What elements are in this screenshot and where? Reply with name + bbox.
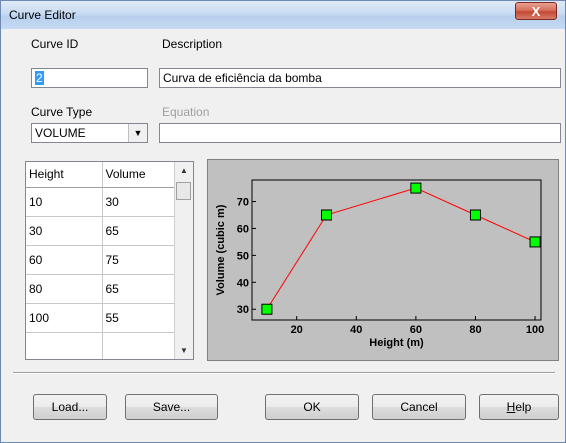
curve-type-combobox[interactable]: VOLUME ▼ (31, 123, 148, 143)
data-point-marker (261, 303, 273, 315)
divider (13, 372, 555, 374)
table-row: 30 65 (26, 216, 175, 246)
height-cell[interactable]: 10 (26, 187, 103, 217)
curve-chart: 20 40 60 80 100 30 40 50 60 70 Height (m) Volume (c… (215, 179, 544, 349)
y-tick-label: 70 (237, 197, 249, 209)
curve-data-table: Height Volume 10 30 30 65 60 75 80 65 10… (26, 162, 175, 359)
curve-type-label: Curve Type (31, 105, 93, 119)
chevron-down-icon[interactable]: ▼ (128, 124, 147, 142)
scroll-thumb[interactable] (176, 182, 191, 200)
grid-vertical-scrollbar[interactable]: ▲ ▼ (174, 162, 193, 359)
volume-cell[interactable]: 75 (102, 245, 175, 275)
help-button[interactable]: Help (479, 394, 559, 420)
scroll-up-icon[interactable]: ▲ (175, 162, 193, 179)
scroll-down-icon[interactable]: ▼ (175, 342, 193, 359)
close-button[interactable]: X (515, 2, 557, 20)
curve-chart-panel: 20 40 60 80 100 30 40 50 60 70 Height (m) Volume (c… (207, 159, 559, 361)
x-tick-label: 40 (350, 324, 362, 336)
table-row: 100 55 (26, 303, 175, 333)
x-tick-label: 20 (291, 324, 303, 336)
height-cell[interactable]: 30 (26, 216, 103, 246)
curve-data-grid[interactable]: Height Volume 10 30 30 65 60 75 80 65 10… (25, 161, 194, 360)
title-bar: Curve Editor X (1, 1, 565, 29)
height-cell[interactable]: 80 (26, 274, 103, 304)
volume-cell[interactable] (102, 332, 175, 359)
curve-id-label: Curve ID (31, 37, 79, 51)
volume-cell[interactable]: 30 (102, 187, 175, 217)
curve-id-field[interactable]: 2 (31, 68, 148, 88)
save-button[interactable]: Save... (125, 394, 218, 420)
plot-area (251, 179, 542, 321)
data-point-marker (320, 209, 332, 221)
load-button[interactable]: Load... (33, 394, 107, 420)
volume-cell[interactable]: 65 (102, 216, 175, 246)
height-cell[interactable]: 100 (26, 303, 103, 333)
table-row: 60 75 (26, 245, 175, 275)
x-tick-label: 60 (410, 324, 422, 336)
ok-button[interactable]: OK (265, 394, 359, 420)
y-tick-label: 60 (237, 223, 249, 235)
window-title: Curve Editor (9, 8, 76, 22)
table-header-row: Height Volume (26, 162, 175, 188)
height-cell[interactable] (26, 332, 103, 359)
height-cell[interactable]: 60 (26, 245, 103, 275)
volume-cell[interactable]: 55 (102, 303, 175, 333)
data-point-marker (469, 209, 481, 221)
curve-type-value: VOLUME (35, 126, 86, 140)
height-column-header: Height (26, 162, 103, 188)
x-axis-label: Height (m) (369, 337, 424, 349)
table-row (26, 332, 175, 359)
y-tick-label: 30 (237, 304, 249, 316)
x-tick-label: 80 (469, 324, 481, 336)
volume-cell[interactable]: 65 (102, 274, 175, 304)
y-tick-label: 50 (237, 250, 249, 262)
table-row: 80 65 (26, 274, 175, 304)
y-tick-label: 40 (237, 277, 249, 289)
data-point-marker (410, 182, 422, 194)
volume-column-header: Volume (102, 162, 175, 188)
curve-editor-dialog: Curve Editor X Curve ID 2 Description Cu… (0, 0, 566, 443)
description-label: Description (162, 37, 223, 51)
equation-field[interactable] (159, 123, 561, 143)
description-field[interactable]: Curva de eficiência da bomba (159, 68, 561, 88)
data-point-marker (529, 236, 541, 248)
cancel-button[interactable]: Cancel (372, 394, 466, 420)
x-tick-label: 100 (526, 324, 544, 336)
table-row: 10 30 (26, 187, 175, 217)
equation-label: Equation (162, 105, 210, 119)
y-axis-label: Volume (cubic m) (215, 204, 227, 295)
curve-id-value: 2 (35, 71, 44, 85)
